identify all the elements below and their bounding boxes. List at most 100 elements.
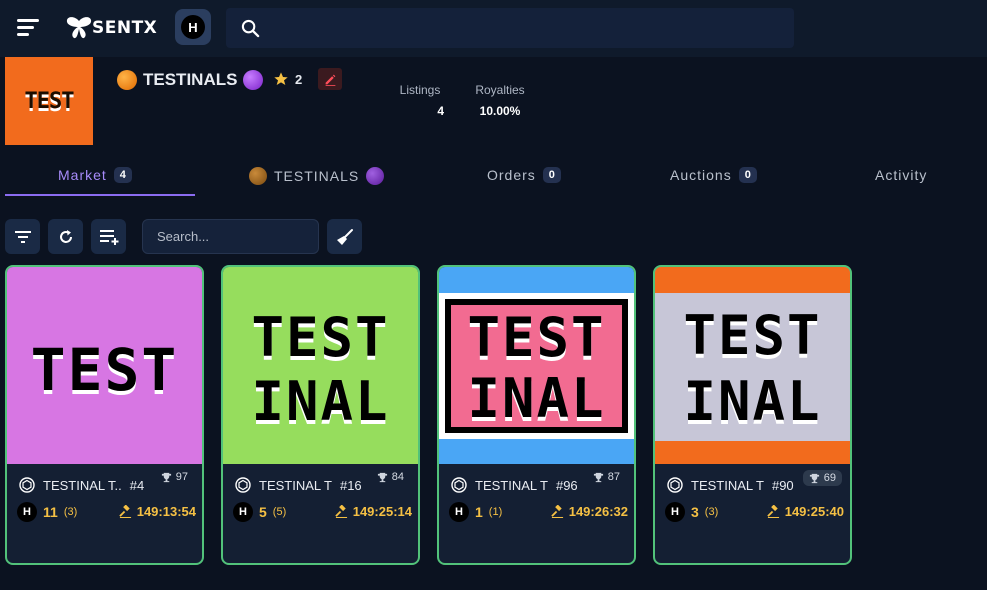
price-row: H 3 (3) — [665, 502, 718, 522]
search-input[interactable] — [142, 219, 319, 254]
auction-timer: 149:13:54 — [118, 504, 196, 519]
bid-count: (3) — [704, 506, 719, 518]
tab-market[interactable]: Market 4 — [58, 167, 132, 183]
gavel-icon — [334, 505, 347, 518]
active-tab-indicator — [5, 194, 195, 196]
stat-label: Royalties — [475, 83, 525, 97]
edit-button[interactable] — [318, 68, 342, 90]
hbar-icon: H — [181, 15, 205, 39]
price-row: H 5 (5) — [233, 502, 286, 522]
collection-title: TESTINALS — [117, 70, 264, 90]
tab-label: Activity — [875, 167, 928, 183]
broom-icon — [336, 228, 353, 245]
nft-art-text: TEST — [251, 306, 390, 369]
collection-hex-icon — [235, 477, 251, 493]
clear-filters-button[interactable] — [327, 219, 362, 254]
tab-badge: 0 — [738, 167, 757, 183]
gavel-icon — [550, 505, 563, 518]
bid-count: (3) — [63, 506, 78, 518]
nft-name: TESTINAL T — [475, 477, 548, 493]
collection-tabs: Market 4 TESTINALS Orders 0 Auctions 0 A… — [0, 160, 987, 200]
tab-auctions[interactable]: Auctions 0 — [670, 167, 757, 183]
nft-name-row: TESTINAL T #16 — [235, 477, 362, 493]
tab-badge: 0 — [542, 167, 561, 183]
nft-name: TESTINAL T — [259, 477, 332, 493]
auction-timer: 149:25:14 — [334, 504, 412, 519]
nft-art-text: TEST — [683, 304, 822, 367]
rank-value: 97 — [175, 471, 188, 483]
nft-art-text: TEST — [467, 306, 606, 369]
nft-image: TEST — [7, 267, 202, 464]
favorite-count[interactable]: 2 — [273, 71, 302, 87]
menu-icon[interactable] — [17, 17, 39, 37]
nft-name-row: TESTINAL T.. #4 — [19, 477, 144, 493]
timer-value: 149:25:40 — [784, 504, 844, 519]
tab-label: Orders — [487, 167, 536, 183]
network-button[interactable]: H — [175, 9, 211, 45]
nft-art-text: INAL — [683, 370, 822, 433]
timer-value: 149:25:14 — [352, 504, 412, 519]
orange-dot-icon — [117, 70, 137, 90]
nft-art-band-bottom — [655, 441, 850, 464]
collection-logo-text: TEST — [24, 88, 75, 114]
price-value: 5 — [259, 504, 267, 520]
star-icon — [274, 72, 288, 85]
hbar-icon: H — [449, 502, 469, 522]
nft-art-band-top — [655, 267, 850, 293]
hbar-icon: H — [17, 502, 37, 522]
orange-dot-icon — [249, 167, 267, 185]
rank-badge: 97 — [155, 469, 194, 485]
nft-name-row: TESTINAL T #96 — [451, 477, 578, 493]
trophy-icon — [377, 472, 387, 482]
nft-number: #96 — [555, 477, 578, 493]
tab-orders[interactable]: Orders 0 — [487, 167, 561, 183]
nft-image: TEST INAL — [223, 267, 418, 464]
purple-dot-icon — [243, 70, 264, 90]
trophy-icon — [161, 472, 171, 482]
tab-testinals[interactable]: TESTINALS — [249, 167, 385, 185]
nft-name-row: TESTINAL T #90 — [667, 477, 794, 493]
auction-timer: 149:26:32 — [550, 504, 628, 519]
collection-logo: TEST — [5, 57, 93, 145]
nft-card[interactable]: TEST INAL 87 TESTINAL T #96 H 1 (1) 149:… — [437, 265, 636, 565]
filter-button[interactable] — [5, 219, 40, 254]
nft-card[interactable]: TEST INAL 69 TESTINAL T #90 H 3 (3) 149:… — [653, 265, 852, 565]
hbar-icon: H — [233, 502, 253, 522]
tab-label: Market — [58, 167, 107, 183]
sentx-logo[interactable]: SENTX — [66, 14, 157, 42]
gavel-icon — [766, 505, 779, 518]
stat-listings: Listings 4 — [396, 83, 444, 118]
add-to-list-button[interactable] — [91, 219, 126, 254]
rank-value: 69 — [823, 472, 836, 484]
global-search[interactable] — [226, 8, 794, 48]
stat-value: 4 — [437, 104, 444, 118]
nft-art-text: TEST — [30, 336, 179, 404]
rank-value: 84 — [391, 471, 404, 483]
price-row: H 1 (1) — [449, 502, 502, 522]
timer-value: 149:13:54 — [136, 504, 196, 519]
hbar-icon: H — [665, 502, 685, 522]
stat-royalties: Royalties 10.00% — [470, 83, 530, 118]
nft-art-text: INAL — [467, 367, 606, 430]
trophy-icon — [593, 472, 603, 482]
search-icon — [241, 19, 260, 38]
nft-image: TEST INAL — [655, 267, 850, 464]
bid-count: (5) — [272, 506, 287, 518]
top-bar: SENTX H — [0, 0, 987, 57]
nft-card[interactable]: TEST 97 TESTINAL T.. #4 H 11 (3) 149:13:… — [5, 265, 204, 565]
collection-hex-icon — [451, 477, 467, 493]
stat-value: 10.00% — [479, 104, 521, 118]
star-count-value: 2 — [295, 71, 303, 87]
pencil-icon — [325, 74, 335, 86]
price-row: H 11 (3) — [17, 502, 77, 522]
trophy-icon — [809, 473, 819, 483]
stat-label: Listings — [399, 83, 441, 97]
tab-activity[interactable]: Activity — [875, 167, 927, 183]
rank-value: 87 — [607, 471, 620, 483]
nft-number: #16 — [339, 477, 362, 493]
refresh-button[interactable] — [48, 219, 83, 254]
nft-card[interactable]: TEST INAL 84 TESTINAL T #16 H 5 (5) 149:… — [221, 265, 420, 565]
refresh-icon — [59, 229, 72, 243]
rank-badge: 69 — [802, 470, 842, 486]
nft-name: TESTINAL T — [691, 477, 764, 493]
